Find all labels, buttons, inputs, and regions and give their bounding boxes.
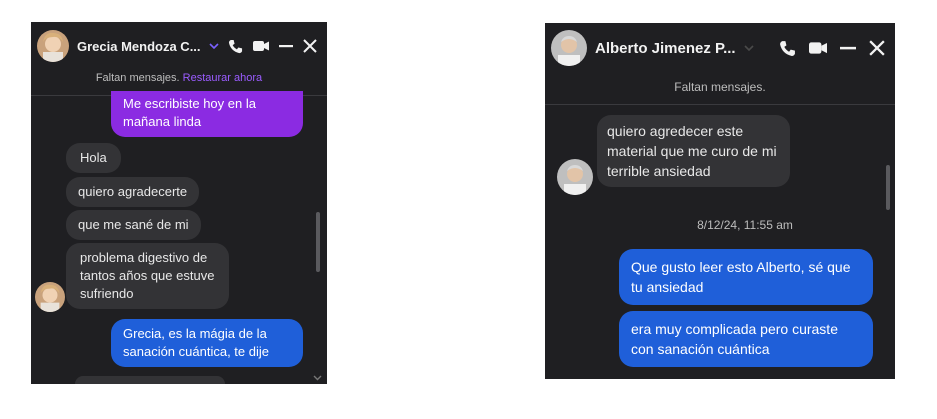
chevron-down-icon[interactable] (313, 368, 322, 384)
message-incoming[interactable]: quiero agradecerte (66, 177, 200, 207)
message-incoming[interactable]: quiero agredecer este material que me cu… (597, 115, 790, 187)
minimize-icon[interactable] (279, 39, 293, 53)
chat-header: Alberto Jimenez P... (545, 25, 895, 71)
notice-text: Faltan mensajes. (95, 72, 180, 84)
chevron-down-icon[interactable] (744, 41, 754, 55)
close-icon[interactable] (869, 40, 885, 56)
message-incoming[interactable]: Hola (66, 143, 121, 173)
message-outgoing[interactable]: Me escribiste hoy en la mañana linda (111, 91, 303, 137)
scrollbar[interactable] (316, 212, 320, 272)
missing-messages-notice: Faltan mensajes. Restaurar ahora (31, 72, 327, 84)
minimize-icon[interactable] (840, 40, 856, 56)
message-timestamp: 8/12/24, 11:55 am (697, 218, 793, 232)
message-outgoing[interactable]: Que gusto leer esto Alberto, sé que tu a… (619, 249, 873, 305)
message-incoming[interactable]: que me sané de mi (66, 210, 201, 240)
avatar (557, 159, 593, 195)
avatar[interactable] (37, 30, 69, 62)
message-incoming (75, 376, 225, 384)
avatar[interactable] (551, 30, 587, 66)
phone-icon[interactable] (228, 39, 243, 54)
message-outgoing[interactable]: Grecia, es la mágia de la sanación cuánt… (111, 319, 303, 367)
missing-messages-notice: Faltan mensajes. (545, 80, 895, 94)
contact-name[interactable]: Alberto Jimenez P... (595, 40, 736, 57)
contact-name[interactable]: Grecia Mendoza C... (77, 39, 201, 54)
chevron-down-icon[interactable] (208, 39, 219, 53)
scrollbar[interactable] (886, 165, 890, 210)
message-incoming[interactable]: problema digestivo de tantos años que es… (66, 243, 229, 309)
video-camera-icon[interactable] (809, 41, 827, 55)
avatar (35, 282, 65, 312)
message-outgoing[interactable]: era muy complicada pero curaste con sana… (619, 311, 873, 367)
chat-window-grecia: Grecia Mendoza C... Faltan mensajes. Res… (31, 22, 327, 384)
restore-now-link[interactable]: Restaurar ahora (183, 72, 263, 84)
video-camera-icon[interactable] (253, 40, 269, 52)
divider (545, 104, 895, 105)
phone-icon[interactable] (779, 40, 796, 57)
notice-text: Faltan mensajes. (674, 80, 766, 94)
chat-header: Grecia Mendoza C... (31, 22, 327, 70)
close-icon[interactable] (303, 39, 317, 53)
chat-window-alberto: Alberto Jimenez P... Faltan mensajes. qu… (545, 23, 895, 379)
